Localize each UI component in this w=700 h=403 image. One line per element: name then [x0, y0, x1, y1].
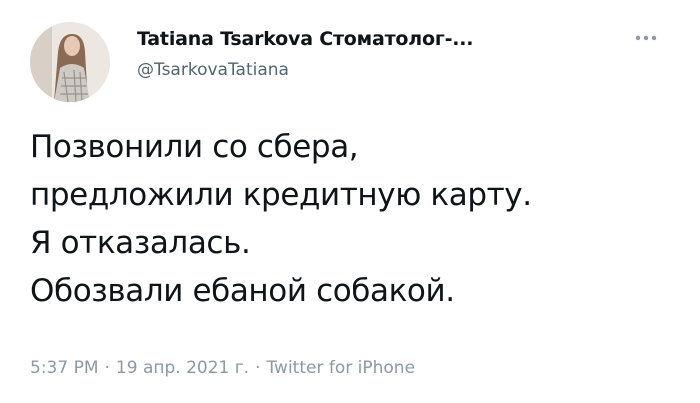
- author-handle[interactable]: @TsarkovaTatiana: [137, 60, 597, 80]
- tweet-line: Позвонили со сбера,: [30, 129, 359, 165]
- avatar-photo: [30, 22, 110, 102]
- tweet-line: Я отказалась.: [30, 225, 251, 261]
- tweet-date[interactable]: 19 апр. 2021 г.: [116, 358, 249, 378]
- tweet-line: Обозвали ебаной собакой.: [30, 273, 455, 309]
- tweet-card: Tatiana Tsarkova Стоматолог-... @Tsarkov…: [0, 0, 700, 403]
- more-options-button[interactable]: [626, 24, 666, 52]
- tweet-source[interactable]: Twitter for iPhone: [266, 358, 415, 378]
- more-horizontal-icon: [635, 35, 657, 41]
- author-info: Tatiana Tsarkova Стоматолог-... @Tsarkov…: [137, 28, 597, 80]
- meta-separator: ·: [255, 358, 261, 378]
- author-display-name[interactable]: Tatiana Tsarkova Стоматолог-...: [137, 28, 597, 50]
- tweet-text: Позвонили со сбера, предложили кредитную…: [30, 123, 680, 315]
- tweet-metadata: 5:37 PM · 19 апр. 2021 г. · Twitter for iPho…: [30, 358, 415, 378]
- tweet-line: предложили кредитную карту.: [30, 177, 532, 213]
- avatar[interactable]: [30, 22, 110, 102]
- meta-separator: ·: [104, 358, 110, 378]
- tweet-time[interactable]: 5:37 PM: [30, 358, 99, 378]
